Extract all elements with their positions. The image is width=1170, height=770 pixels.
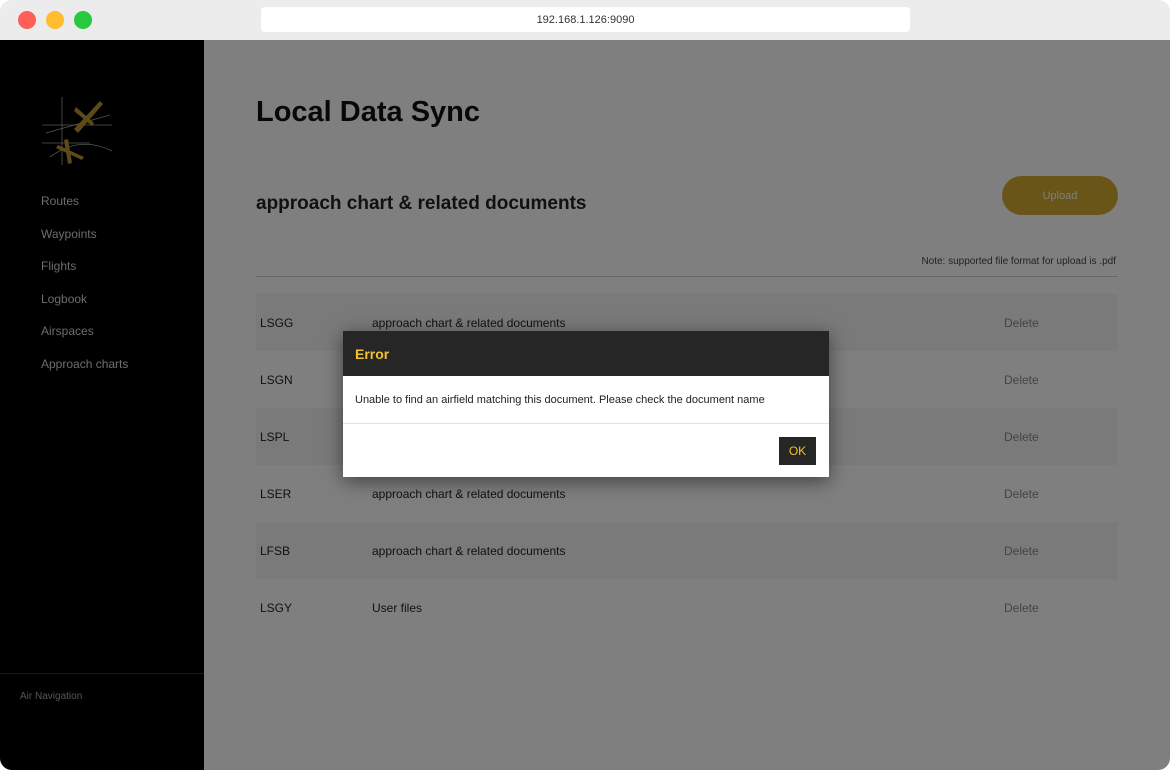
error-dialog: Error Unable to find an airfield matchin… — [343, 331, 829, 477]
dialog-title: Error — [343, 331, 829, 376]
browser-titlebar: 192.168.1.126:9090 — [0, 0, 1170, 40]
minimize-window-button[interactable] — [46, 11, 64, 29]
maximize-window-button[interactable] — [74, 11, 92, 29]
close-window-button[interactable] — [18, 11, 36, 29]
dialog-message: Unable to find an airfield matching this… — [343, 376, 829, 424]
browser-window: 192.168.1.126:9090 Rout — [0, 0, 1170, 770]
ok-button[interactable]: OK — [779, 437, 816, 465]
address-bar[interactable]: 192.168.1.126:9090 — [261, 7, 910, 32]
